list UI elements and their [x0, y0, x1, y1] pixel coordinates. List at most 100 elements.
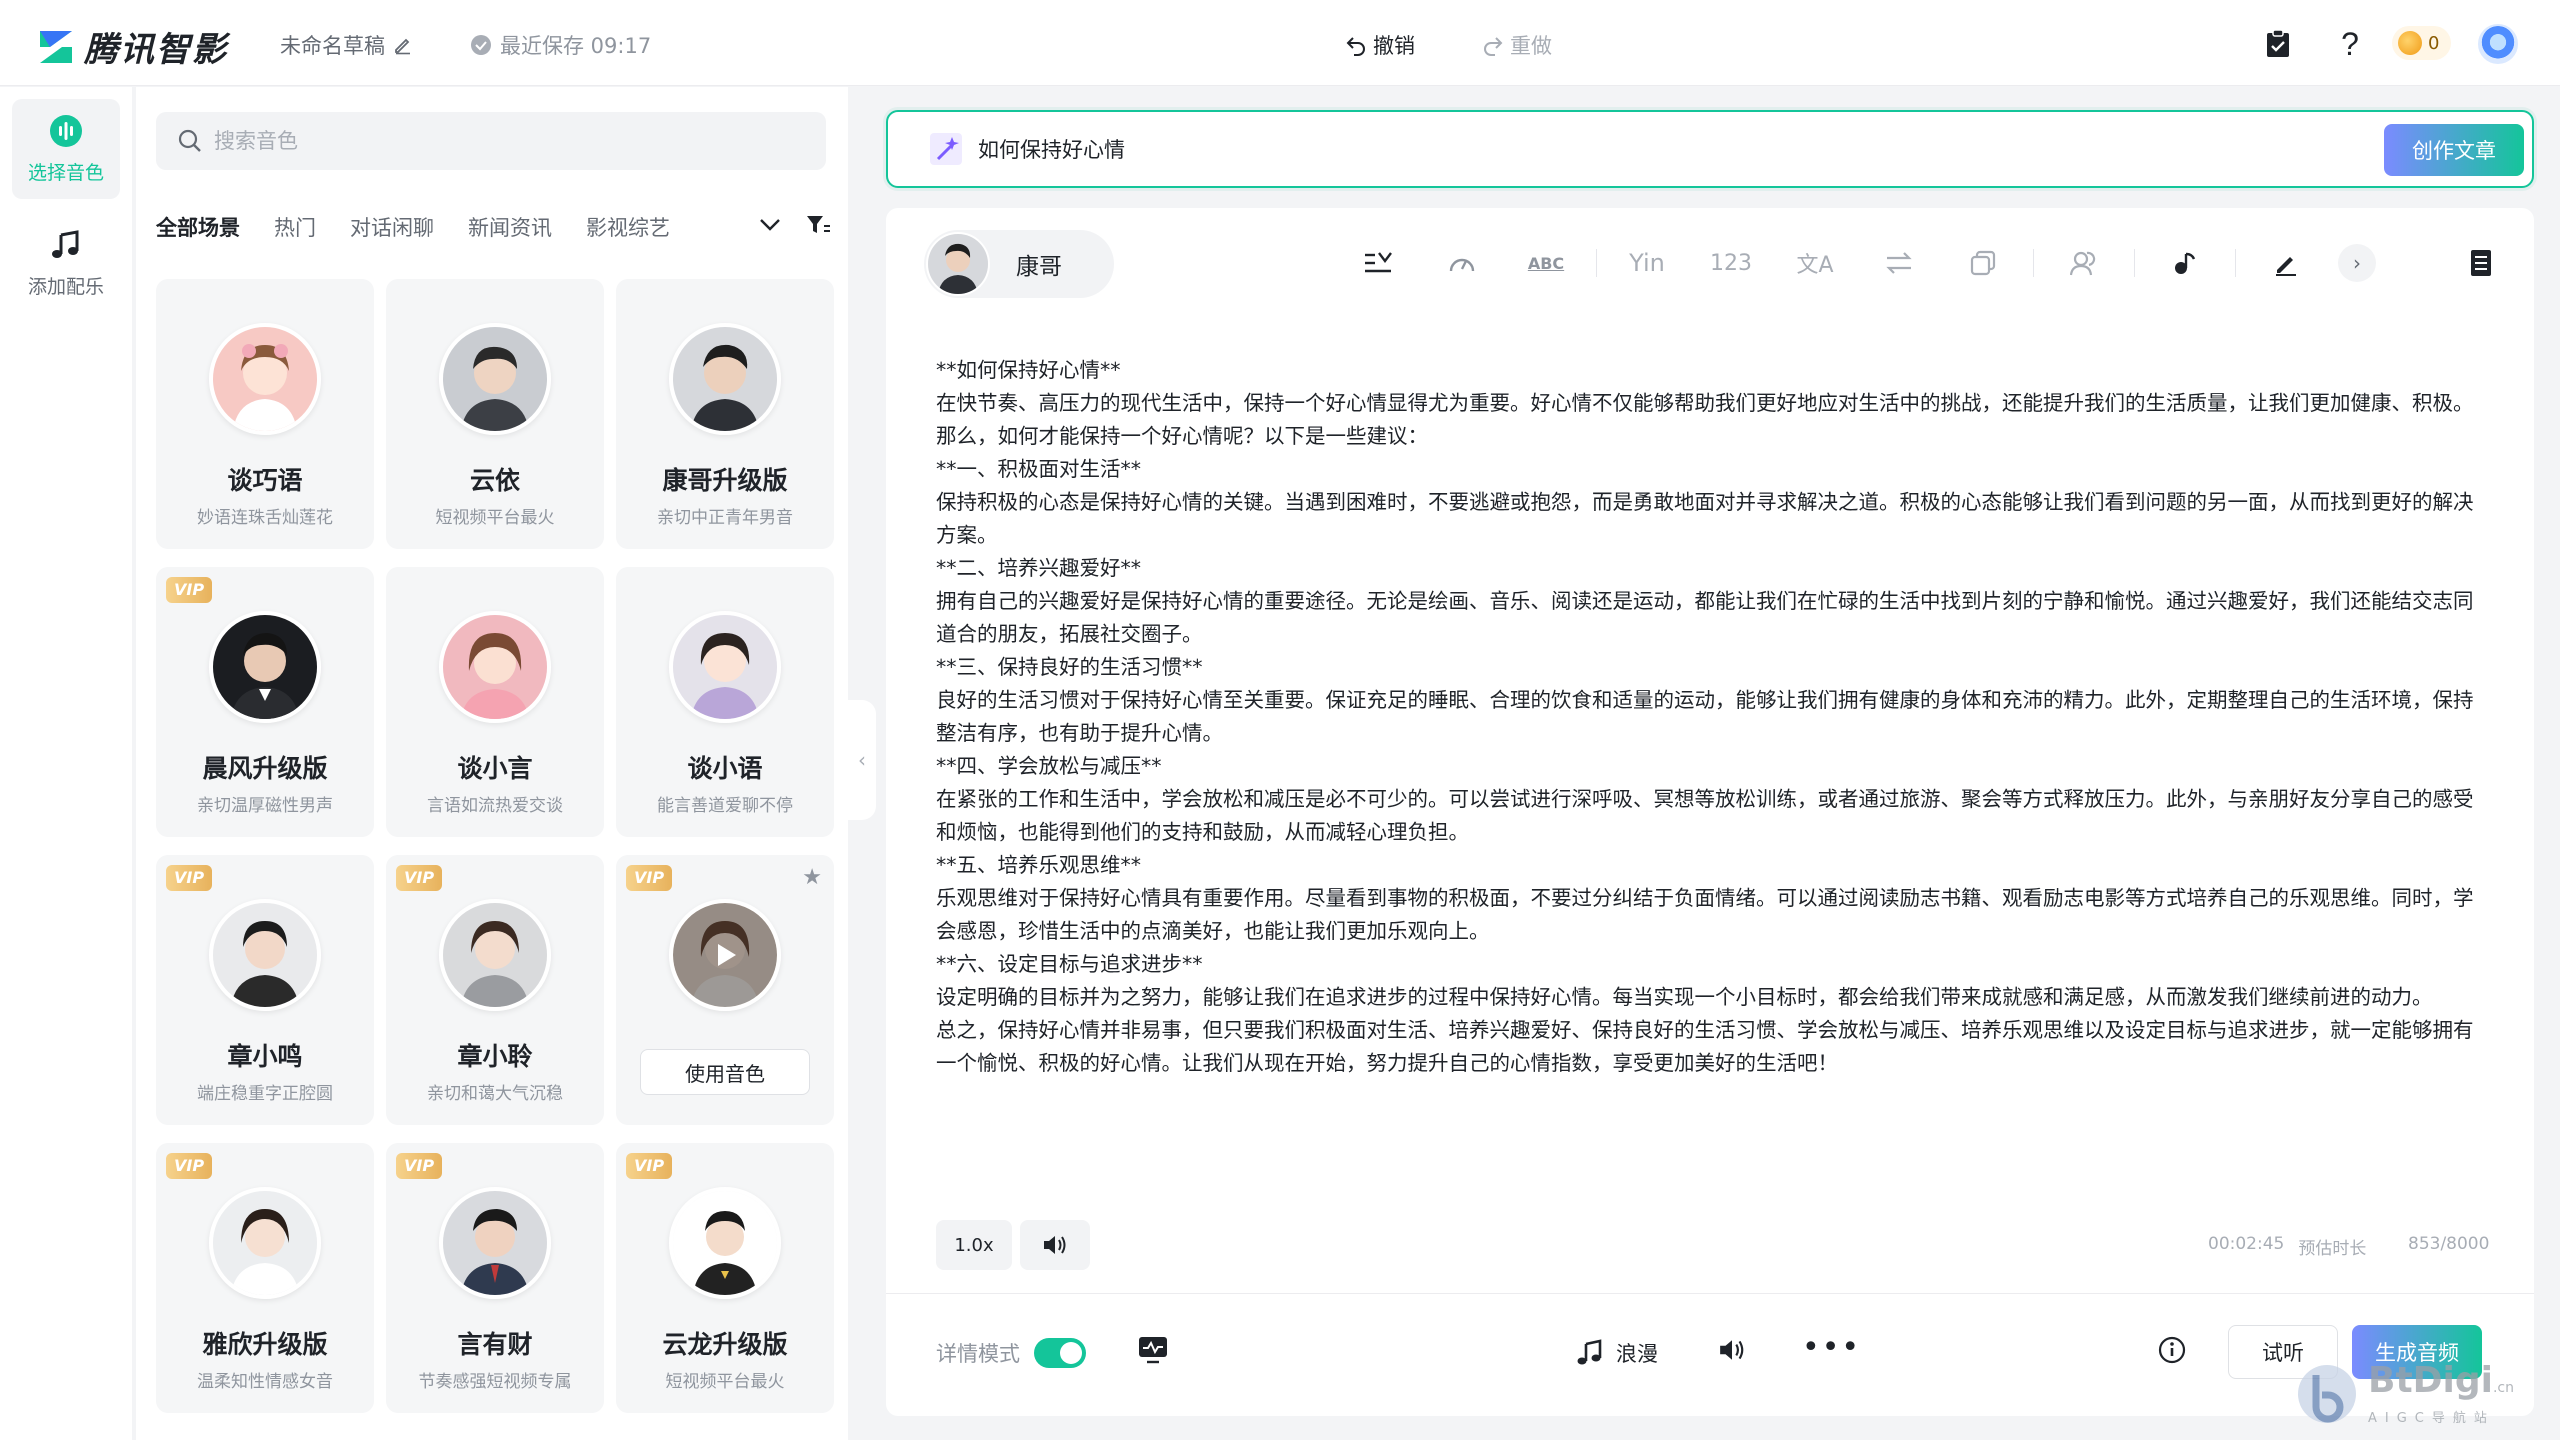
bgm-volume-button[interactable]	[1718, 1338, 1746, 1366]
create-article-button[interactable]: 创作文章	[2384, 124, 2524, 176]
voice-card[interactable]: VIP 章小聆 亲切和蔼大气沉稳	[386, 855, 604, 1125]
voice-name: 雅欣升级版	[202, 1330, 328, 1359]
replace-button[interactable]	[1857, 238, 1941, 288]
undo-button[interactable]: 撤销	[1345, 30, 1415, 60]
article-line: 设定明确的目标并为之努力，能够让我们在追求进步的过程中保持好心情。每当实现一个小…	[936, 985, 2433, 1009]
voice-avatar	[209, 1187, 321, 1299]
document-button[interactable]	[2456, 238, 2506, 288]
speed-gauge-icon	[1449, 258, 1475, 272]
redo-icon	[1484, 37, 1503, 56]
watermark: BtDigi.cn AIGC导航站	[2296, 1362, 2514, 1426]
translate-button[interactable]: 文A	[1773, 238, 1857, 288]
brand-logo[interactable]: 腾讯智影	[36, 22, 228, 71]
tab-hot[interactable]: 热门	[274, 212, 316, 242]
voice-card[interactable]: 谈小语 能言善道爱聊不停	[616, 567, 834, 837]
user-avatar[interactable]	[2478, 24, 2518, 64]
redo-label: 重做	[1510, 34, 1552, 58]
tab-chat[interactable]: 对话闲聊	[350, 212, 434, 242]
rail-item-add-music[interactable]: 添加配乐	[12, 213, 120, 313]
tab-film[interactable]: 影视综艺	[586, 212, 670, 242]
voice-name: 晨风升级版	[202, 754, 328, 783]
editor-toolbar: ABC Yin 123 文A ›	[1336, 238, 2376, 288]
voice-card[interactable]: VIP 言有财 节奏感强短视频专属	[386, 1143, 604, 1413]
speaker-selector[interactable]: 康哥	[924, 230, 1114, 298]
edit-button[interactable]	[2244, 238, 2328, 288]
speed-button[interactable]: 1.0x	[936, 1220, 1012, 1270]
article-text[interactable]: **如何保持好心情** 在快节奏、高压力的现代生活中，保持一个好心情显得尤为重要…	[936, 354, 2486, 1080]
voice-name: 谈小言	[457, 754, 533, 783]
local-speed-button[interactable]	[1420, 238, 1504, 288]
volume-button[interactable]	[1020, 1220, 1090, 1270]
sound-effect-button[interactable]	[2143, 238, 2227, 288]
voice-card[interactable]: 谈小言 言语如流热爱交谈	[386, 567, 604, 837]
bgm-selector[interactable]: 浪漫	[1576, 1338, 1658, 1368]
toolbar-next-button[interactable]: ›	[2338, 244, 2376, 282]
voice-avatar	[669, 899, 781, 1011]
redo-button[interactable]: 重做	[1482, 30, 1552, 60]
voice-card[interactable]: 谈巧语 妙语连珠舌灿莲花	[156, 279, 374, 549]
category-tabs: 全部场景 热门 对话闲聊 新闻资讯 影视综艺	[156, 202, 836, 252]
tab-all-scenes[interactable]: 全部场景	[156, 212, 240, 242]
logo-mark-icon	[40, 30, 72, 63]
pronunciation-button[interactable]: ABC	[1504, 238, 1588, 288]
voice-avatar	[439, 1187, 551, 1299]
chevron-down-icon[interactable]	[756, 211, 784, 239]
star-icon[interactable]: ★	[802, 865, 822, 890]
use-voice-button[interactable]: 使用音色	[640, 1049, 810, 1095]
undo-icon	[1346, 37, 1365, 56]
detail-mode-toggle[interactable]	[1034, 1338, 1086, 1368]
more-options-button[interactable]: •••	[1802, 1330, 1861, 1365]
voice-card[interactable]: VIP 云龙升级版 短视频平台最火	[616, 1143, 834, 1413]
polyphone-button[interactable]: Yin	[1605, 238, 1689, 288]
voice-desc: 短视频平台最火	[435, 508, 555, 528]
voice-card[interactable]: VIP 晨风升级版 亲切温厚磁性男声	[156, 567, 374, 837]
clipboard-check-icon	[2267, 29, 2289, 57]
voice-card[interactable]: VIP 雅欣升级版 温柔知性情感女音	[156, 1143, 374, 1413]
pencil-icon[interactable]	[393, 35, 413, 55]
top-header: 腾讯智影 未命名草稿 最近保存 09:17 撤销 重做 ? 0	[0, 0, 2560, 86]
tab-news[interactable]: 新闻资讯	[468, 212, 552, 242]
voice-desc: 温柔知性情感女音	[197, 1372, 333, 1392]
info-button[interactable]	[2158, 1336, 2186, 1368]
filter-icon[interactable]	[804, 211, 832, 239]
insert-pause-icon	[1365, 252, 1392, 273]
monitor-button[interactable]	[1138, 1336, 1168, 1368]
replace-icon	[1886, 252, 1912, 274]
topic-bar: 创作文章	[886, 110, 2534, 188]
draft-name[interactable]: 未命名草稿	[280, 30, 413, 60]
brand-name: 腾讯智影	[84, 30, 228, 70]
voice-card[interactable]: 康哥升级版 亲切中正青年男音	[616, 279, 834, 549]
search-input[interactable]	[214, 129, 774, 153]
voice-avatar	[439, 323, 551, 435]
voice-name: 康哥升级版	[662, 466, 788, 495]
collapse-panel-button[interactable]: ‹	[848, 700, 876, 820]
char-count: 853/8000	[2408, 1234, 2490, 1254]
toolbar-divider	[2235, 249, 2236, 277]
voice-name: 谈巧语	[227, 466, 303, 495]
insert-pause-button[interactable]	[1336, 238, 1420, 288]
draft-name-text: 未命名草稿	[280, 34, 385, 58]
coin-balance[interactable]: 0	[2392, 26, 2452, 60]
play-preview-button[interactable]	[673, 903, 777, 1007]
voice-card[interactable]: 云依 短视频平台最火	[386, 279, 604, 549]
help-button[interactable]: ?	[2330, 24, 2370, 64]
task-list-button[interactable]	[2258, 24, 2298, 64]
topic-input[interactable]	[978, 137, 2278, 161]
article-line: **二、培养兴趣爱好**	[936, 556, 1141, 580]
voice-avatar	[209, 323, 321, 435]
vip-badge: VIP	[396, 1153, 443, 1179]
voice-card-selected[interactable]: VIP ★ 使用音色	[616, 855, 834, 1125]
article-line: 在快节奏、高压力的现代生活中，保持一个好心情显得尤为重要。好心情不仅能够帮助我们…	[936, 391, 2474, 448]
copy-icon	[1970, 250, 1996, 276]
voice-card[interactable]: VIP 章小鸣 端庄稳重字正腔圆	[156, 855, 374, 1125]
waveform-icon	[49, 114, 83, 148]
article-line: 在紧张的工作和生活中，学会放松和减压是必不可少的。可以尝试进行深呼吸、冥想等放松…	[936, 787, 2474, 844]
rail-item-select-voice[interactable]: 选择音色	[12, 99, 120, 199]
voice-avatar	[209, 899, 321, 1011]
music-note-icon	[49, 228, 83, 262]
copy-button[interactable]	[1941, 238, 2025, 288]
magic-wand-icon	[930, 133, 962, 165]
number-reading-button[interactable]: 123	[1689, 238, 1773, 288]
multi-speaker-button[interactable]	[2042, 238, 2126, 288]
coin-count: 0	[2428, 32, 2440, 54]
